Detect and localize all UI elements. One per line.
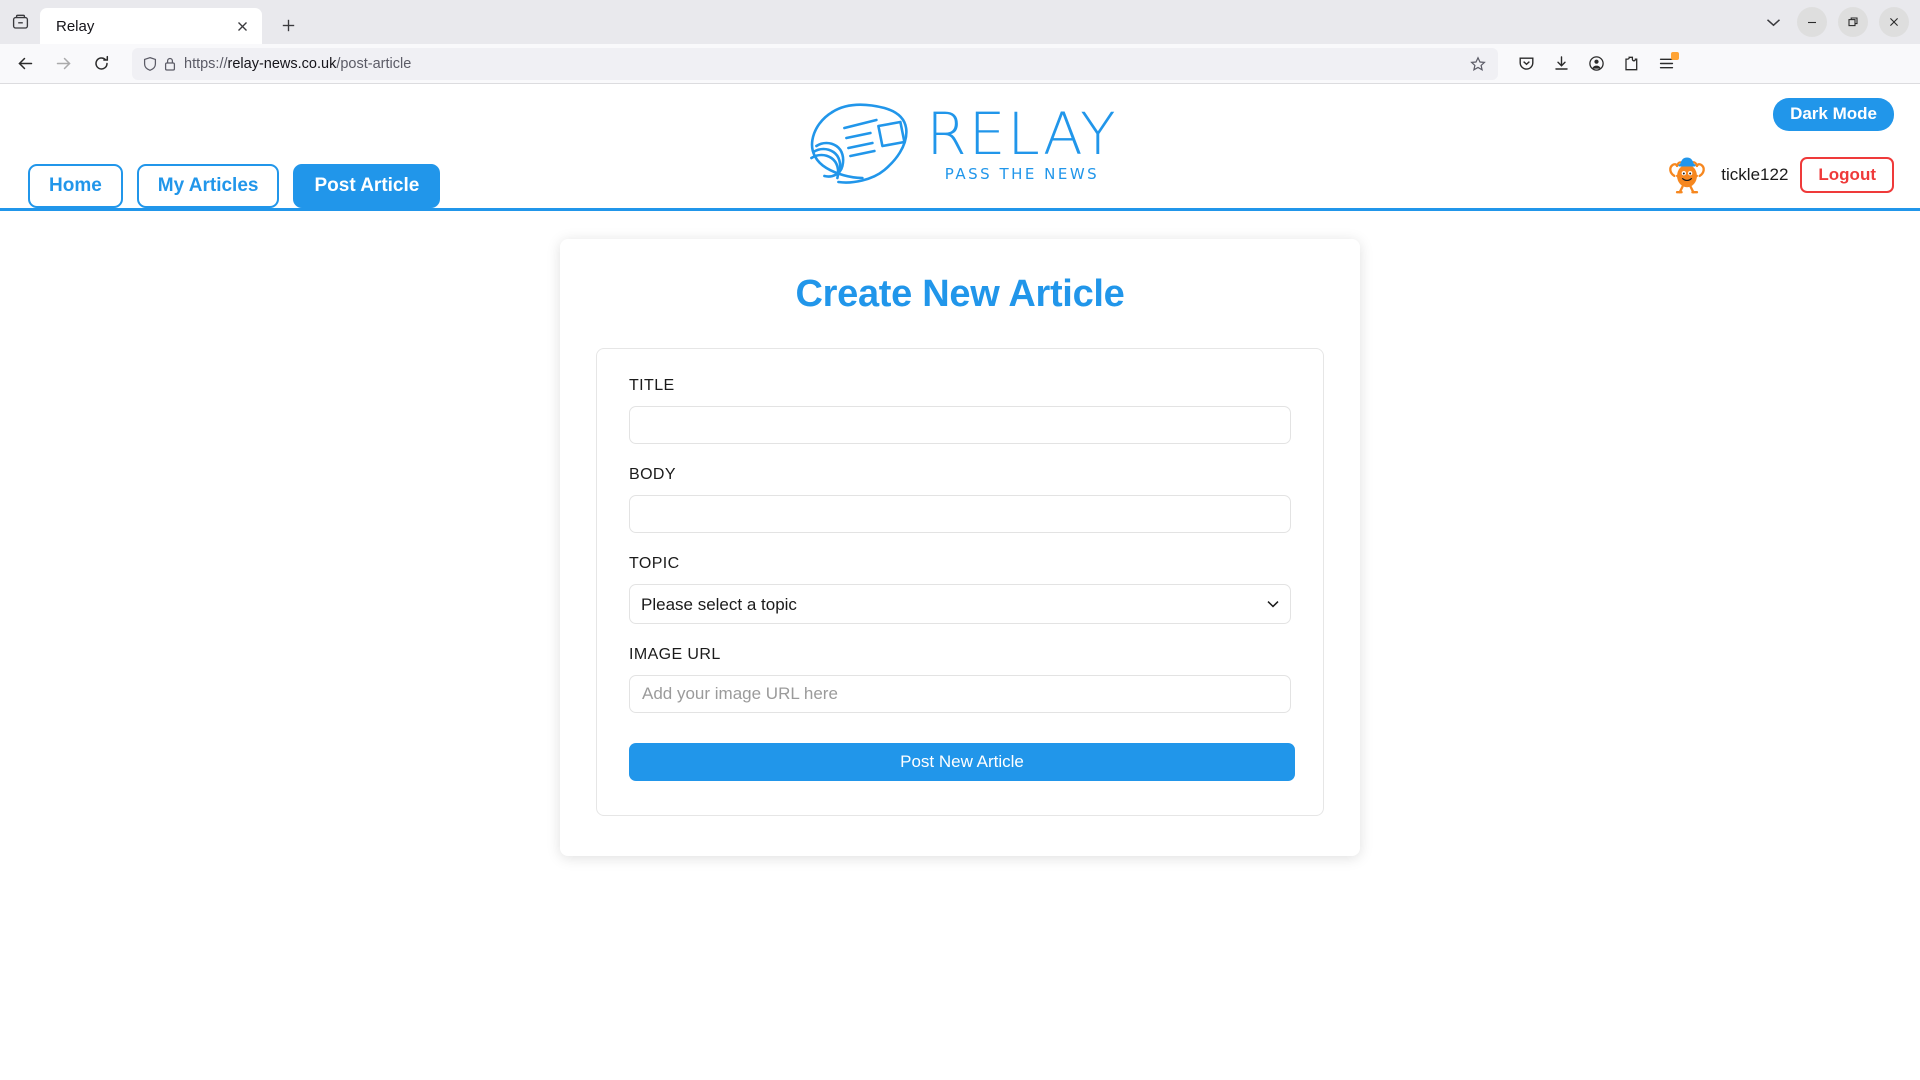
nav-item-home[interactable]: Home xyxy=(28,164,123,208)
close-window-button[interactable] xyxy=(1879,7,1909,37)
forward-arrow-icon xyxy=(56,57,71,70)
image-url-label: IMAGE URL xyxy=(629,646,721,663)
nav-item-post-article[interactable]: Post Article xyxy=(293,164,441,208)
plus-icon xyxy=(282,19,294,31)
window-controls xyxy=(1749,0,1920,44)
minimize-icon xyxy=(1808,21,1816,24)
page-body: Create New Article TITLE BODY TOPIC Plea… xyxy=(0,211,1920,856)
restore-icon xyxy=(1848,17,1858,27)
user-area: tickle122 Logout xyxy=(1665,156,1894,194)
tab-strip: Relay xyxy=(0,0,1920,44)
site-nav: Home My Articles Post Article xyxy=(0,164,441,208)
post-new-article-button[interactable]: Post New Article xyxy=(629,743,1295,781)
rolled-newspaper-icon xyxy=(810,103,908,184)
lock-icon xyxy=(164,57,176,71)
forward-button[interactable] xyxy=(46,48,80,80)
tab-title: Relay xyxy=(56,17,95,35)
bookmark-star-icon[interactable] xyxy=(1464,50,1492,78)
field-title: TITLE xyxy=(629,377,1291,444)
field-body: BODY xyxy=(629,466,1291,533)
back-button[interactable] xyxy=(8,48,42,80)
topic-select[interactable]: Please select a topic xyxy=(629,584,1291,624)
site-logo[interactable]: RELAY PASS THE NEWS xyxy=(802,98,1117,190)
title-label: TITLE xyxy=(629,377,675,394)
list-all-tabs-button[interactable] xyxy=(1749,0,1797,44)
field-image-url: IMAGE URL xyxy=(629,646,1291,713)
minimize-button[interactable] xyxy=(1797,7,1827,37)
container-icon xyxy=(12,14,28,29)
tab-close-icon[interactable] xyxy=(230,14,254,38)
page-title: Create New Article xyxy=(795,273,1125,315)
site-header: Dark Mode RELAY PASS THE NEWS tickle122 … xyxy=(0,84,1920,208)
menu-icon[interactable] xyxy=(1650,48,1682,80)
menu-update-badge xyxy=(1671,51,1679,60)
logo-wordmark: RELAY xyxy=(926,100,1118,168)
new-tab-button[interactable] xyxy=(272,9,304,41)
topic-label: TOPIC xyxy=(629,555,680,572)
url-path: /post-article xyxy=(336,55,412,72)
create-article-card: Create New Article TITLE BODY TOPIC Plea… xyxy=(560,239,1360,856)
shield-icon xyxy=(143,56,157,71)
pocket-icon[interactable] xyxy=(1510,48,1542,80)
body-input[interactable] xyxy=(629,495,1291,533)
image-url-input[interactable] xyxy=(629,675,1291,713)
browser-tab[interactable]: Relay xyxy=(40,8,262,44)
back-arrow-icon xyxy=(17,57,32,70)
download-icon[interactable] xyxy=(1545,48,1577,80)
maximize-button[interactable] xyxy=(1838,7,1868,37)
extensions-icon[interactable] xyxy=(1615,48,1647,80)
url-scheme: https:// xyxy=(184,55,228,72)
close-icon xyxy=(1890,18,1898,26)
reload-icon xyxy=(94,55,108,70)
nav-item-my-articles[interactable]: My Articles xyxy=(136,164,280,208)
url-bar[interactable]: https://relay-news.co.uk/post-article xyxy=(132,47,1498,80)
mr-tickle-avatar xyxy=(1669,157,1706,194)
logout-button[interactable]: Logout xyxy=(1800,156,1894,194)
field-topic: TOPIC Please select a topic xyxy=(629,555,1291,624)
body-label: BODY xyxy=(629,466,676,483)
url-host: relay-news.co.uk xyxy=(227,55,337,72)
browser-navigation-bar: https://relay-news.co.uk/post-article xyxy=(0,44,1920,84)
account-icon[interactable] xyxy=(1580,48,1612,80)
browser-window: Relay https://relay-news.co.uk/post-arti… xyxy=(0,0,1920,1080)
chevron-down-icon xyxy=(1766,18,1780,26)
article-form: TITLE BODY TOPIC Please select a topic I… xyxy=(596,348,1324,816)
url-text: https://relay-news.co.uk/post-article xyxy=(184,56,1464,72)
title-input[interactable] xyxy=(629,406,1291,444)
logo-tagline: PASS THE NEWS xyxy=(944,165,1100,183)
firefox-view-button[interactable] xyxy=(0,0,40,44)
username-label: tickle122 xyxy=(1721,165,1789,184)
browser-toolbar-right xyxy=(1506,48,1682,80)
page-viewport: Dark Mode RELAY PASS THE NEWS tickle122 … xyxy=(0,84,1920,1080)
reload-button[interactable] xyxy=(84,48,118,80)
dark-mode-button[interactable]: Dark Mode xyxy=(1773,98,1894,131)
